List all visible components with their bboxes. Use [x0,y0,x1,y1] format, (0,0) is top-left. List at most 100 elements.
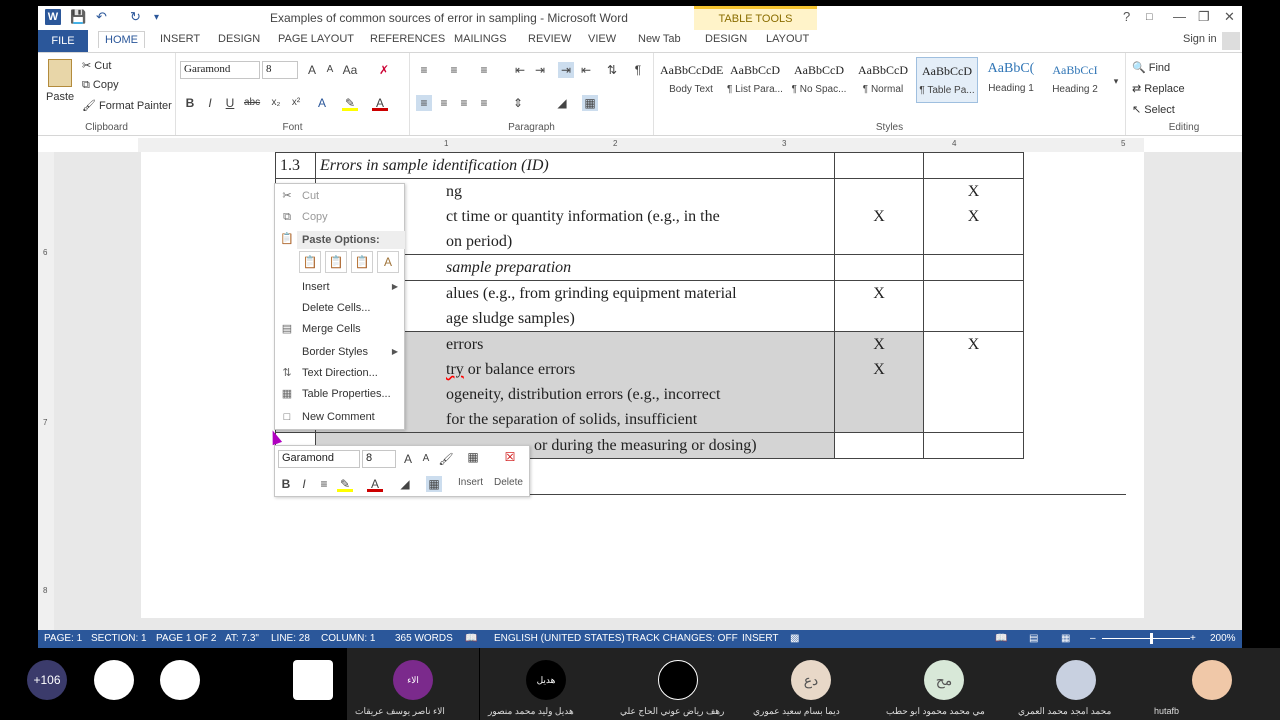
zoom-in-icon[interactable]: + [1190,633,1196,644]
align-center-icon[interactable]: ≡ [436,95,452,111]
participant-tile[interactable]: دع ديما بسام سعيد عموري [745,648,878,720]
print-layout-icon[interactable]: ▤ [1029,633,1038,644]
web-layout-icon[interactable]: ▦ [1061,633,1070,644]
mini-insert-button[interactable]: Insert [458,477,483,488]
align-right-icon[interactable]: ≡ [456,95,472,111]
participant-avatar[interactable] [160,660,200,700]
menu-item-border-styles[interactable]: Border Styles ▶ [275,342,406,362]
copy-button[interactable]: ⧉ Copy [82,79,119,92]
sort-icon[interactable]: ⇅ [604,62,620,78]
sign-in-link[interactable]: Sign in [1183,33,1217,45]
status-mode[interactable]: INSERT [742,633,779,644]
minimize-button[interactable]: — [1173,9,1186,24]
mini-shrink-font-icon[interactable]: A [418,451,434,467]
tab-mailings[interactable]: MAILINGS [454,33,507,45]
status-line[interactable]: LINE: 28 [271,633,310,644]
menu-item-copy[interactable]: ⧉ Copy [275,207,406,227]
table-cell[interactable] [834,432,924,459]
text-effects-icon[interactable]: A [314,95,330,111]
ltr-icon[interactable]: ⇥ [558,62,574,78]
tab-review[interactable]: REVIEW [528,33,571,45]
table-cell-mark[interactable]: X [923,331,1024,433]
rtl-icon[interactable]: ⇤ [578,62,594,78]
style-list-paragraph[interactable]: AaBbCcD ¶ List Para... [724,57,786,103]
status-section[interactable]: SECTION: 1 [91,633,147,644]
document-area[interactable]: 1.3 Errors in sample identification (ID)… [54,152,1242,632]
participant-avatar[interactable] [293,660,333,700]
change-case-icon[interactable]: Aa [342,62,358,78]
tab-design[interactable]: DESIGN [218,33,260,45]
table-cell-mark[interactable]: X [834,178,924,255]
find-button[interactable]: 🔍 Find [1132,61,1170,74]
status-page[interactable]: PAGE: 1 [44,633,82,644]
macro-icon[interactable]: ▩ [790,633,799,644]
mini-shading-icon[interactable]: ◢ [397,476,413,492]
customize-qat-icon[interactable]: ▾ [154,9,159,25]
table-cell-section-number[interactable]: 1.3 [275,152,316,179]
tab-view[interactable]: VIEW [588,33,616,45]
pilcrow-icon[interactable]: ¶ [630,62,646,78]
table-cell-mark[interactable]: XX [834,331,924,433]
justify-icon[interactable]: ≡ [476,95,492,111]
style-normal[interactable]: AaBbCcD ¶ Normal [852,57,914,103]
paste-keep-source-icon[interactable]: 📋 [299,251,321,273]
align-left-icon[interactable]: ≡ [416,95,432,111]
strikethrough-icon[interactable]: abc [244,95,260,111]
participant-tile[interactable]: رهف رياض عوني الحاج علي [612,648,745,720]
mini-delete-table-icon[interactable]: ☒ [497,449,523,471]
tab-references[interactable]: REFERENCES [370,33,445,45]
participant-avatar[interactable] [94,660,134,700]
save-icon[interactable]: 💾 [70,9,86,25]
style-no-spacing[interactable]: AaBbCcD ¶ No Spac... [788,57,850,103]
cut-button[interactable]: ✂ Cut [82,59,111,72]
font-color-icon[interactable]: A [372,95,388,111]
mini-delete-button[interactable]: Delete [494,477,523,488]
restore-button[interactable]: ❐ [1198,9,1210,25]
participant-tile[interactable]: مح مي محمد محمود ابو حطب [878,648,1010,720]
style-body-text[interactable]: AaBbCcDdE Body Text [660,57,723,103]
participant-tile[interactable]: هديل منصور هديل وليد محمد منصور [480,648,612,720]
paste-merge-icon[interactable]: 📋 [325,251,347,273]
participant-tile[interactable]: محمد امجد محمد العمري [1010,648,1142,720]
tab-table-design[interactable]: DESIGN [705,33,747,45]
table-cell[interactable] [923,432,1024,459]
mini-center-icon[interactable]: ≡ [316,476,332,492]
tab-table-layout[interactable]: LAYOUT [766,33,809,45]
horizontal-ruler[interactable]: 1 2 3 4 5 [138,138,1144,152]
highlight-icon[interactable]: ✎ [342,95,358,111]
proofing-icon[interactable]: 📖 [465,633,477,644]
shrink-font-icon[interactable]: A [322,62,338,78]
participant-tile[interactable]: الاء عريقات الاء ناصر يوسف عريقات [347,648,479,720]
participant-tile[interactable]: hutafb [1142,648,1280,720]
line-spacing-icon[interactable]: ⇕ [510,95,526,111]
status-language[interactable]: ENGLISH (UNITED STATES) [494,633,625,644]
zoom-out-icon[interactable]: – [1090,633,1096,644]
table-cell[interactable] [834,152,924,179]
tab-new-tab[interactable]: New Tab [638,33,681,45]
table-cell[interactable] [923,280,1024,332]
paste-text-only-icon[interactable]: A [377,251,399,273]
style-table-paragraph[interactable]: AaBbCcD ¶ Table Pa... [916,57,978,103]
mini-highlight-icon[interactable]: ✎ [337,476,353,492]
numbering-icon[interactable]: ≡ [446,62,462,78]
select-button[interactable]: ↖ Select [1132,103,1175,116]
mini-insert-table-icon[interactable]: ▦ [460,449,486,471]
paste-button[interactable]: Paste [46,91,74,103]
redo-icon[interactable]: ↻ [130,9,141,25]
shading-icon[interactable]: ◢ [554,95,570,111]
table-cell-section-title[interactable]: Errors in sample identification (ID) [315,152,835,179]
ribbon-display-button[interactable]: □ [1146,11,1153,23]
tab-file[interactable]: FILE [38,30,88,52]
decrease-indent-icon[interactable]: ⇤ [512,62,528,78]
menu-item-delete-cells[interactable]: Delete Cells... [275,298,406,318]
vertical-ruler[interactable]: 6 7 8 [38,152,54,632]
mini-format-painter-icon[interactable]: 🖌 [438,451,454,467]
subscript-icon[interactable]: x₂ [268,95,284,111]
menu-item-new-comment[interactable]: □ New Comment [275,407,406,427]
mini-bold-icon[interactable]: B [278,476,294,492]
table-cell[interactable] [834,254,924,281]
zoom-slider-thumb[interactable] [1150,633,1153,644]
grow-font-icon[interactable]: A [304,62,320,78]
zoom-slider[interactable] [1102,638,1190,639]
replace-button[interactable]: ⇄ Replace [1132,82,1185,95]
